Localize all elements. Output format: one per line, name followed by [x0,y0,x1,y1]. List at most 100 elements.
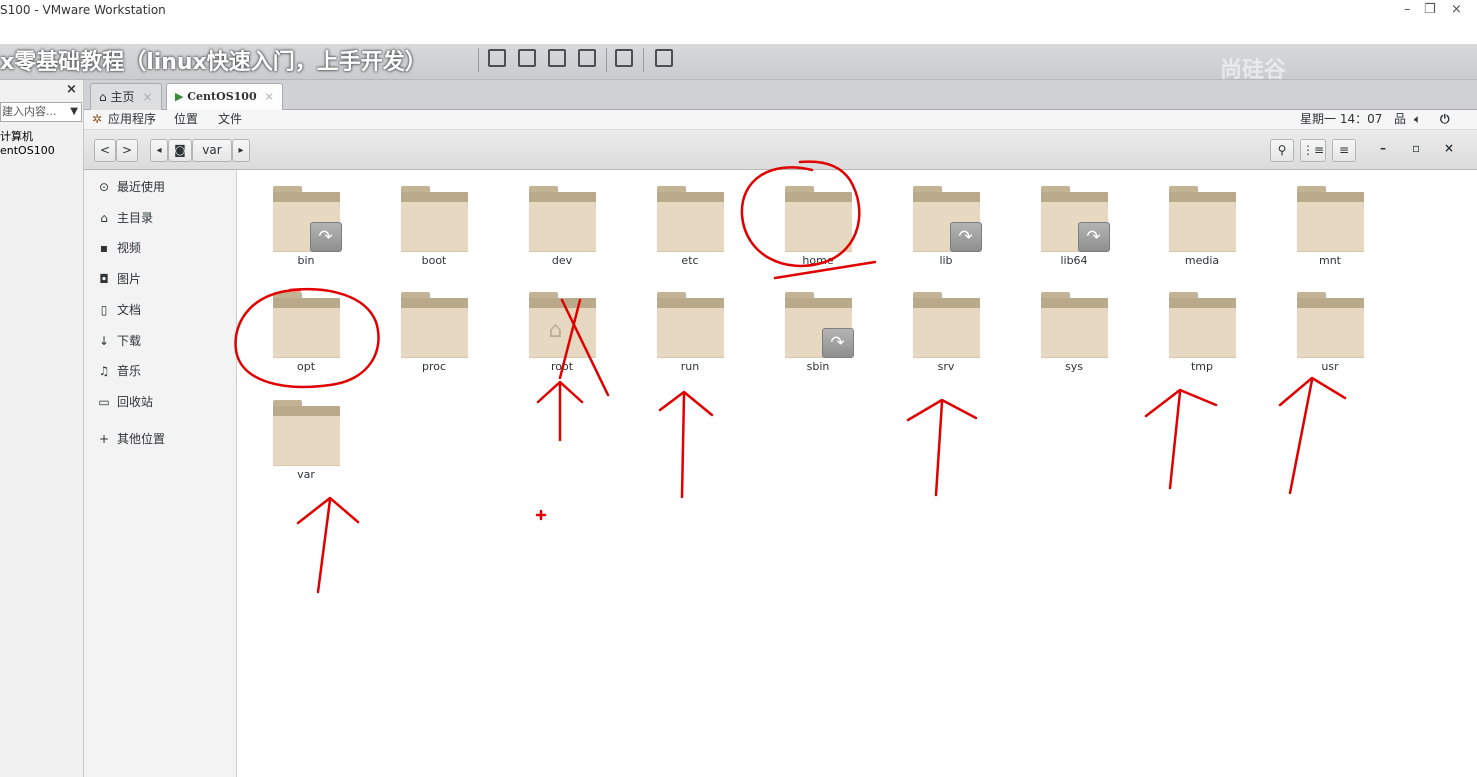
sidebar-item-downloads[interactable]: ↓ 下载 [96,331,141,351]
folder-item-usr[interactable]: usr [1266,292,1394,373]
fit-guest-icon[interactable] [548,49,566,67]
sidebar-item-label: 文档 [117,303,142,317]
library-close-icon[interactable]: × [66,82,77,97]
folder-label: home [802,254,834,267]
folder-item-root[interactable]: ⌂ root [498,292,626,373]
folder-label: opt [296,360,316,373]
folder-item-sbin[interactable]: ↷ sbin [754,292,882,373]
power-icon[interactable]: ⏻ [1440,110,1450,129]
folder-label: dev [551,254,573,267]
music-icon: ♫ [98,364,110,378]
console-view-icon[interactable] [488,49,506,67]
minimize-button[interactable]: – [1404,2,1411,17]
menu-icon[interactable]: ≡ [1332,139,1356,162]
sidebar-item-documents[interactable]: ▯ 文档 [96,300,141,320]
folder-label: sys [1065,360,1083,373]
folder-item-bin[interactable]: ↷ bin [242,186,370,267]
search-icon[interactable]: ⚲ [1270,139,1294,162]
folder-item-tmp[interactable]: tmp [1138,292,1266,373]
tab-home[interactable]: ⌂ 主页 × [90,83,162,110]
symlink-emblem-icon: ↷ [309,222,342,252]
minimize-button[interactable]: – [1380,141,1386,155]
volume-icon[interactable]: 🔈︎ [1414,110,1421,129]
sidebar-item-home[interactable]: ⌂ 主目录 [96,208,153,228]
folder-item-home[interactable]: home [754,186,882,267]
course-title-overlay: x零基础教程（linux快速入门，上手开发） [0,50,427,75]
sidebar-item-music[interactable]: ♫ 音乐 [96,361,141,381]
folder-item-run[interactable]: run [626,292,754,373]
view-list-icon[interactable]: ⋮≡ [1300,139,1326,162]
close-button[interactable]: × [1444,141,1454,155]
folder-item-opt[interactable]: opt [242,292,370,373]
folder-front-shape [272,308,340,358]
tree-item-vm[interactable]: entOS100 [0,144,55,158]
stretch-guest-icon[interactable] [578,49,596,67]
folder-item-mnt[interactable]: mnt [1266,186,1394,267]
document-icon: ▯ [100,303,108,317]
applications-menu[interactable]: 应用程序 [108,110,156,129]
clock[interactable]: 星期一 14：07 [1300,110,1382,129]
close-icon[interactable]: × [142,90,152,104]
folder-item-srv[interactable]: srv [882,292,1010,373]
sidebar-item-recent[interactable]: ⊙ 最近使用 [96,177,165,197]
folder-item-lib64[interactable]: ↷ lib64 [1010,186,1138,267]
tab-label: 主页 [110,90,135,104]
places-menu[interactable]: 位置 [174,110,198,129]
back-button[interactable]: < [94,139,116,162]
folder-item-sys[interactable]: sys [1010,292,1138,373]
folder-item-etc[interactable]: etc [626,186,754,267]
symlink-emblem-icon: ↷ [949,222,982,252]
split-view-icon[interactable] [518,49,536,67]
folder-item-lib[interactable]: ↷ lib [882,186,1010,267]
library-panel: × 建入内容... ▼ 计算机 entOS100 [0,80,84,777]
maximize-button[interactable]: ▫ [1412,141,1420,155]
camera-icon: ◘ [99,272,109,286]
folder-item-dev[interactable]: dev [498,186,626,267]
sidebar-item-other-locations[interactable]: + 其他位置 [96,429,165,449]
folder-icon: ⌂ [528,292,596,358]
folder-icon [1040,292,1108,358]
library-search-input[interactable]: 建入内容... ▼ [0,102,82,122]
tab-centos100[interactable]: ▶ CentOS100 × [166,83,283,110]
folder-front-shape [400,202,468,252]
close-icon[interactable]: × [265,90,274,103]
tree-item-computer[interactable]: 计算机 [0,130,55,144]
chevron-down-icon[interactable]: ▼ [70,103,78,121]
terminal-icon[interactable] [615,49,633,67]
folder-front-shape [272,416,340,466]
forward-button[interactable]: > [116,139,138,162]
folder-item-proc[interactable]: proc [370,292,498,373]
home-emblem-icon: ⌂ [548,318,563,343]
folder-item-boot[interactable]: boot [370,186,498,267]
files-menu[interactable]: 文件 [218,110,242,129]
fullscreen-icon[interactable] [655,49,673,67]
sidebar-item-label: 回收站 [117,395,154,409]
sidebar-item-trash[interactable]: ▭ 回收站 [96,392,153,412]
folder-icon [272,292,340,358]
folder-icon [1168,292,1236,358]
folder-front-shape [1040,308,1108,358]
folder-icon [1168,186,1236,252]
path-left-button[interactable]: ◂ [150,139,168,162]
vm-icon: ▶ [175,90,188,103]
symlink-emblem-icon: ↷ [821,328,854,358]
sidebar-item-videos[interactable]: ▪ 视频 [96,238,141,258]
folder-front-shape [1296,202,1364,252]
sidebar-item-label: 图片 [117,272,142,286]
path-right-button[interactable]: ▸ [232,139,250,162]
toolbar-separator [478,48,479,72]
folder-icon [272,400,340,466]
folder-label: srv [937,360,955,373]
network-icon[interactable]: 品 [1394,110,1406,129]
folder-item-media[interactable]: media [1138,186,1266,267]
path-current-button[interactable]: var [192,139,232,162]
folder-front-shape [784,202,852,252]
folder-item-var[interactable]: var [242,400,370,481]
folder-label: etc [681,254,699,267]
close-button[interactable]: × [1451,2,1462,17]
folder-label: lib64 [1060,254,1088,267]
folder-label: boot [421,254,447,267]
disk-icon[interactable]: ◙ [168,139,192,162]
restore-button[interactable]: ❐ [1424,2,1436,17]
sidebar-item-pictures[interactable]: ◘ 图片 [96,269,141,289]
